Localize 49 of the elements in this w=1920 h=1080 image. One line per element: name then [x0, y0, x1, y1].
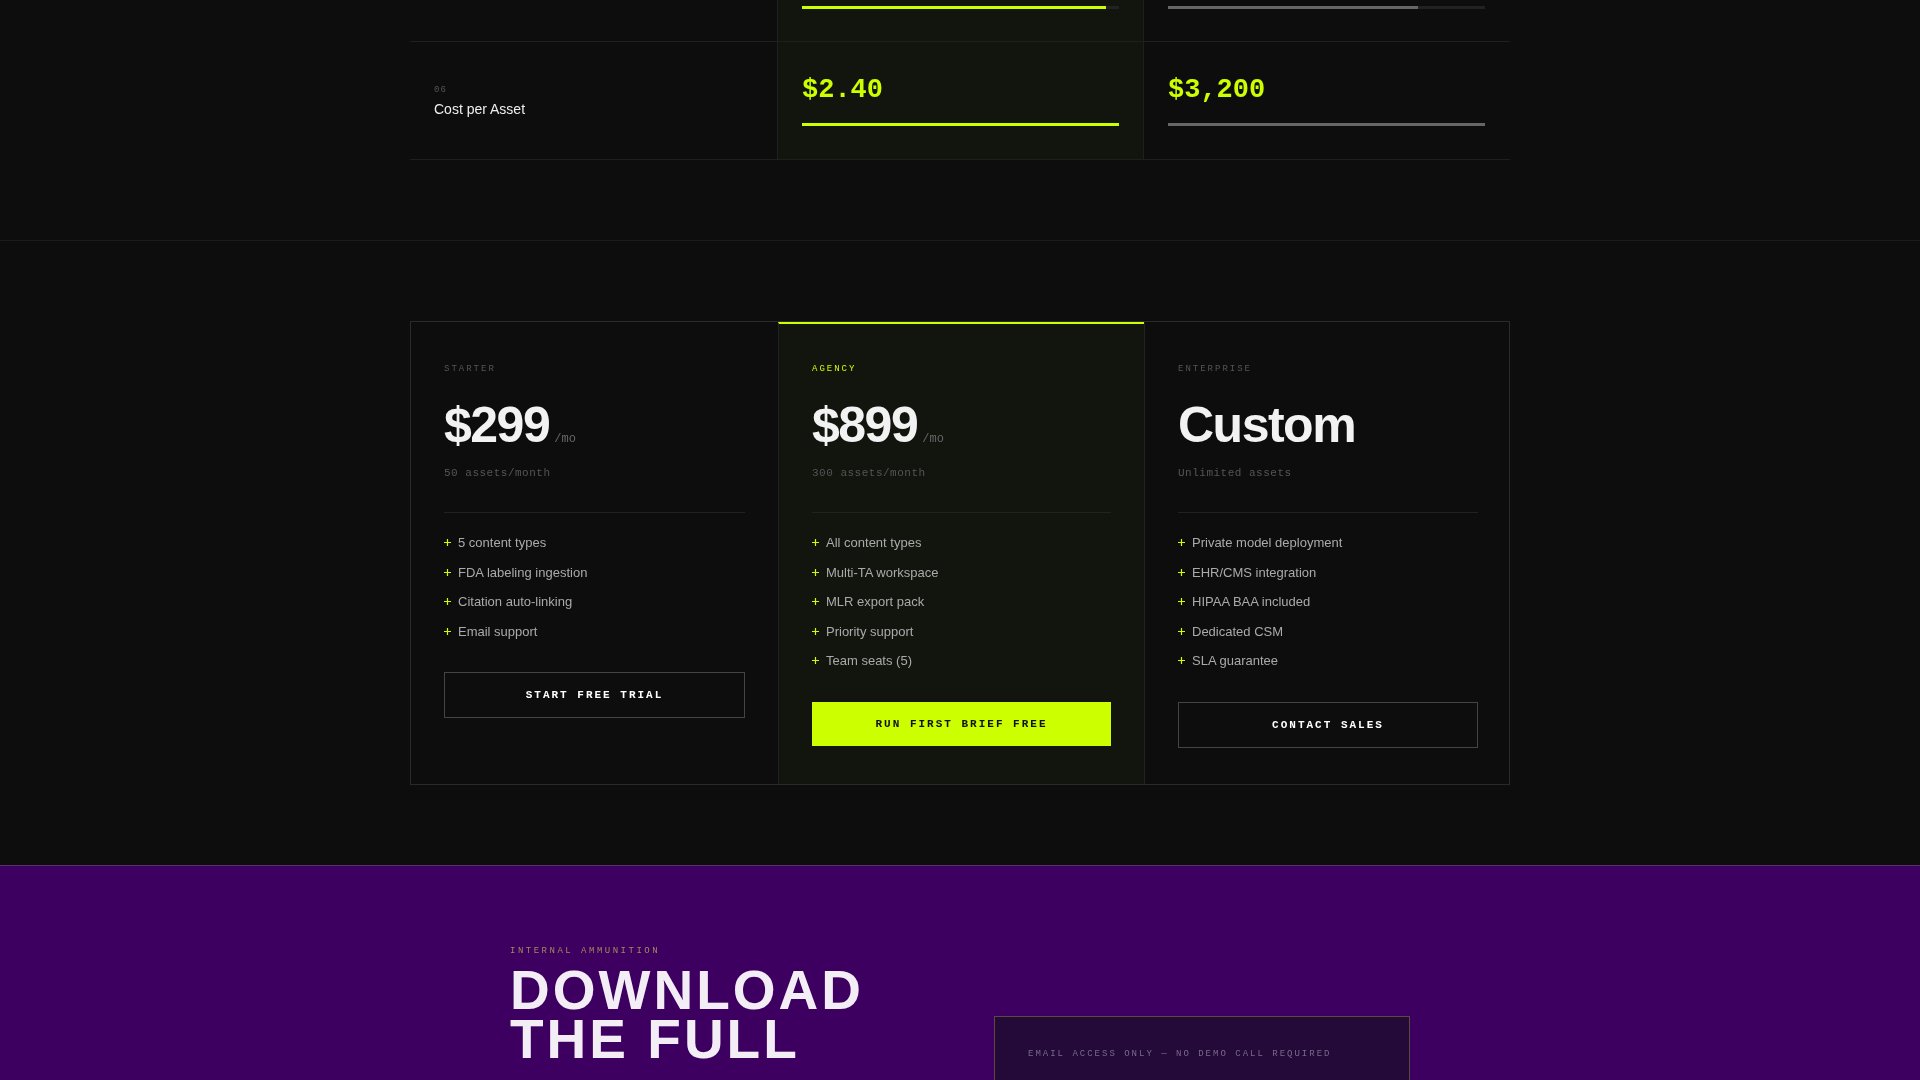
plus-icon: [812, 627, 819, 635]
row-label: Cost per Asset: [434, 100, 527, 117]
plan-tier-label: ENTERPRISE: [1178, 364, 1253, 374]
plus-icon: [812, 657, 819, 665]
plus-icon: [444, 598, 451, 606]
section-eyebrow: INTERNAL AMMUNITION: [510, 946, 662, 956]
plan-price: $899: [812, 398, 918, 453]
feature-text: Multi-TA workspace: [826, 564, 939, 580]
plan-quota: 50 assets/month: [444, 467, 552, 479]
feature-text: Private model deployment: [1192, 535, 1343, 551]
plus-icon: [812, 539, 819, 547]
plan-tier-label: STARTER: [444, 364, 497, 374]
cell-value: $2.40: [802, 75, 884, 105]
plus-icon: [444, 568, 451, 576]
plus-icon: [812, 598, 819, 606]
feature-text: Team seats (5): [826, 653, 912, 669]
plan-price: $299: [444, 398, 550, 453]
plan-tier-label: AGENCY: [812, 364, 858, 374]
cell-value: $3,200: [1168, 75, 1267, 105]
plan-price: Custom: [1178, 398, 1356, 453]
plus-icon: [1178, 627, 1185, 635]
section-heading: DOWNLOAD THE FULL: [510, 966, 865, 1064]
feature-text: MLR export pack: [826, 594, 925, 610]
primary-button[interactable]: RUN FIRST BRIEF FREE: [812, 701, 1111, 746]
feature-text: Priority support: [826, 623, 914, 639]
plan-quota: Unlimited assets: [1178, 467, 1293, 479]
feature-text: HIPAA BAA included: [1192, 594, 1311, 610]
feature-text: All content types: [826, 535, 922, 551]
plus-icon: [1178, 598, 1185, 606]
plus-icon: [444, 539, 451, 547]
feature-text: Citation auto-linking: [458, 594, 573, 610]
feature-text: 5 content types: [458, 535, 547, 551]
plan-quota: 300 assets/month: [812, 467, 927, 479]
plus-icon: [1178, 657, 1185, 665]
feature-text: EHR/CMS integration: [1192, 564, 1317, 580]
feature-text: Dedicated CSM: [1192, 623, 1284, 639]
row-number: 06: [434, 84, 448, 95]
plus-icon: [1178, 568, 1185, 576]
plus-icon: [444, 627, 451, 635]
plus-icon: [1178, 539, 1185, 547]
price-period: /mo: [554, 432, 576, 446]
form-note: EMAIL ACCESS ONLY — NO DEMO CALL REQUIRED: [1028, 1049, 1333, 1059]
outline-button[interactable]: CONTACT SALES: [1178, 701, 1478, 748]
feature-text: FDA labeling ingestion: [458, 564, 588, 580]
feature-text: Email support: [458, 623, 538, 639]
price-period: /mo: [922, 432, 944, 446]
outline-button[interactable]: START FREE TRIAL: [444, 672, 745, 718]
plus-icon: [812, 568, 819, 576]
feature-text: SLA guarantee: [1192, 653, 1279, 669]
